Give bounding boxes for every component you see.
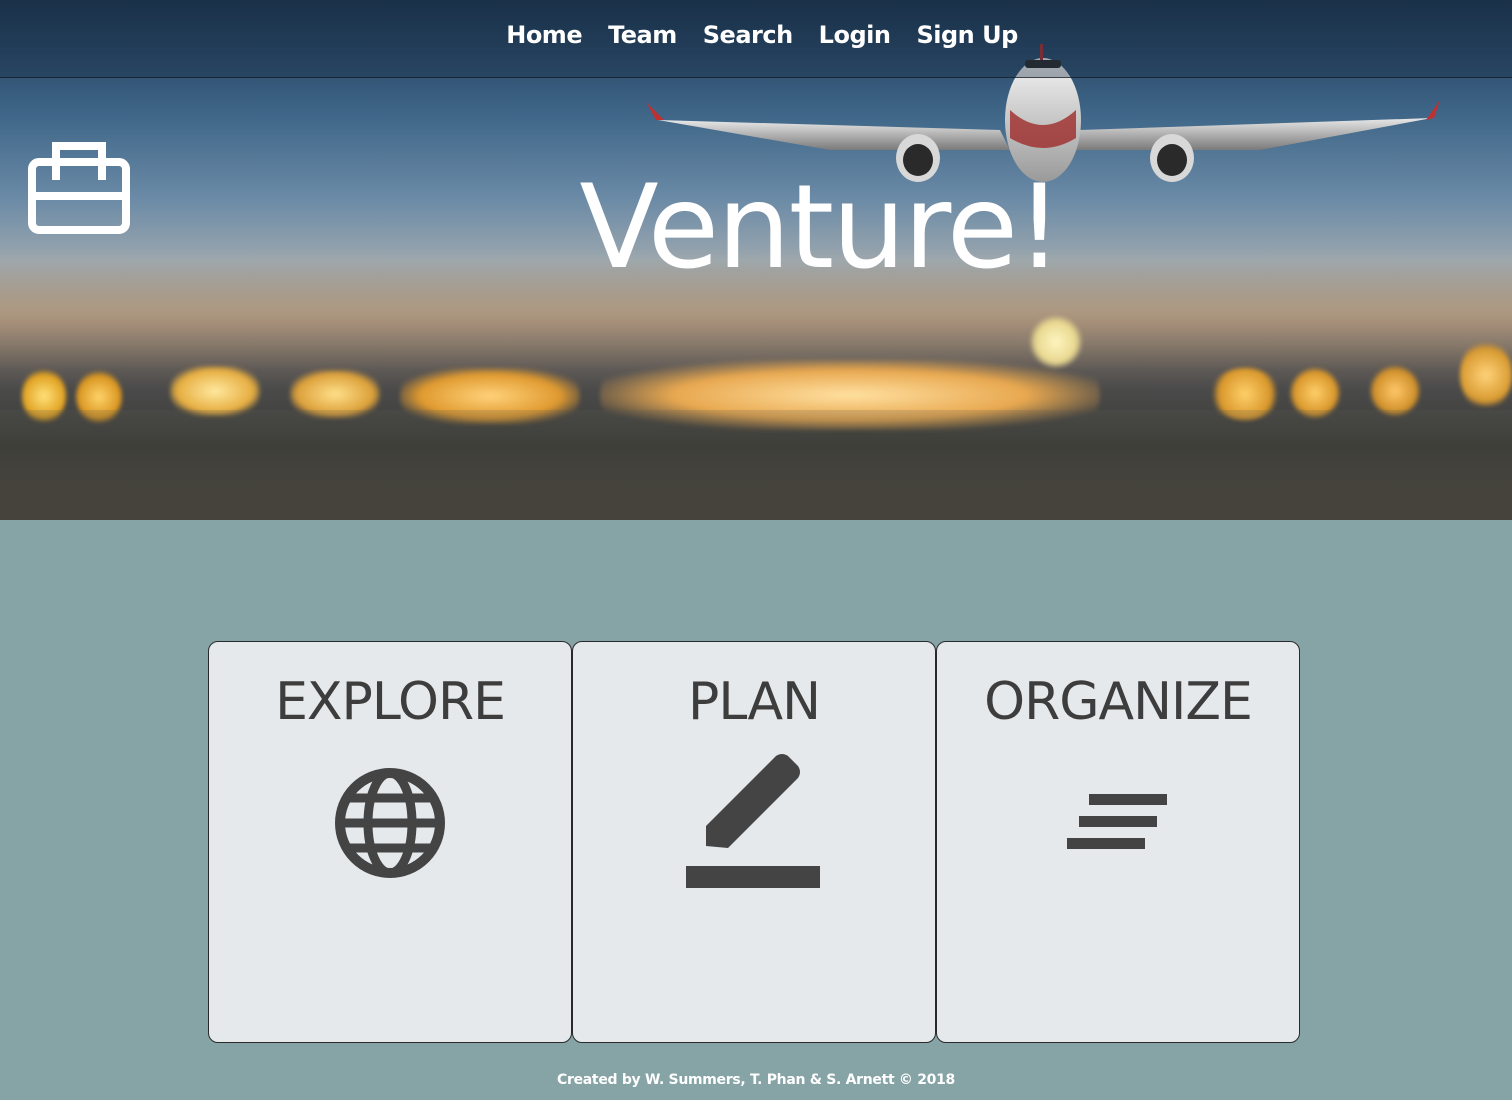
hero-reflection (0, 410, 1512, 520)
align-lines-icon (1067, 794, 1167, 849)
nav-signup-link[interactable]: Sign Up (916, 21, 1018, 49)
nav-team-link[interactable]: Team (608, 21, 677, 49)
plan-card[interactable]: PLAN (572, 641, 936, 1043)
card-title-organize: ORGANIZE (984, 672, 1253, 732)
footer-credit: Created by W. Summers, T. Phan & S. Arne… (557, 1072, 955, 1088)
organize-card[interactable]: ORGANIZE (936, 641, 1300, 1043)
bokeh-light (1370, 366, 1420, 416)
nav-home-link[interactable]: Home (506, 21, 582, 49)
nav-login-link[interactable]: Login (819, 21, 891, 49)
bokeh-light (1030, 316, 1082, 368)
hero-banner: Home Team Search Login Sign Up Venture! (0, 0, 1512, 520)
bokeh-light (1460, 340, 1512, 410)
bokeh-light (170, 366, 260, 416)
top-navbar: Home Team Search Login Sign Up (0, 0, 1512, 78)
hero-title: Venture! (579, 160, 1062, 295)
card-title-explore: EXPLORE (275, 672, 506, 732)
card-title-plan: PLAN (688, 672, 821, 732)
feature-cards: EXPLORE PLAN ORGANIZE (208, 641, 1300, 1043)
globe-icon (335, 768, 445, 878)
pencil-icon (686, 754, 820, 888)
nav-search-link[interactable]: Search (703, 21, 793, 49)
explore-card[interactable]: EXPLORE (208, 641, 572, 1043)
